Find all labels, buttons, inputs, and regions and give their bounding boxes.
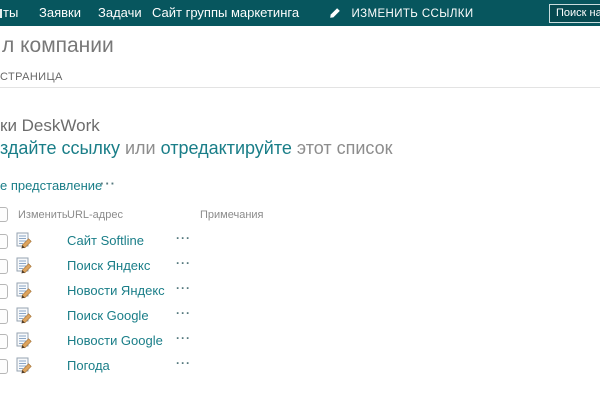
list-description: здайте ссылку или отредактируйте этот сп… xyxy=(0,138,393,159)
nav-item-marketing-site[interactable]: Сайт группы маркетинга xyxy=(152,0,299,26)
ribbon-divider xyxy=(0,87,600,88)
table-row: Поиск Яндекс ··· xyxy=(0,254,600,279)
tab-page[interactable]: СТРАНИЦА xyxy=(0,71,63,83)
edit-item-icon[interactable] xyxy=(16,307,33,324)
nav-item-zadachi[interactable]: Задачи xyxy=(98,0,142,26)
table-row: Новости Google ··· xyxy=(0,329,600,354)
list-title: ки DeskWork xyxy=(0,116,100,136)
column-header-notes[interactable]: Примечания xyxy=(200,209,264,221)
table-row: Новости Яндекс ··· xyxy=(0,279,600,304)
table-row: Поиск Google ··· xyxy=(0,304,600,329)
link-item[interactable]: Погода xyxy=(67,358,110,373)
edit-item-icon[interactable] xyxy=(16,332,33,349)
clipped-letter xyxy=(0,9,2,18)
item-ellipsis[interactable]: ··· xyxy=(176,306,191,320)
edit-item-icon[interactable] xyxy=(16,257,33,274)
view-selector: е представление ··· xyxy=(0,178,102,193)
item-ellipsis[interactable]: ··· xyxy=(176,256,191,270)
link-item[interactable]: Поиск Яндекс xyxy=(67,258,150,273)
item-ellipsis[interactable]: ··· xyxy=(176,231,191,245)
row-checkbox[interactable] xyxy=(0,259,8,274)
search-input[interactable]: Поиск на с xyxy=(549,4,600,23)
table-row: Сайт Softline ··· xyxy=(0,229,600,254)
select-all-checkbox[interactable] xyxy=(0,207,8,222)
nav-item-zayavki[interactable]: Заявки xyxy=(39,0,81,26)
pencil-icon xyxy=(329,2,341,28)
edit-list-action[interactable]: отредактируйте xyxy=(161,138,292,158)
edit-item-icon[interactable] xyxy=(16,282,33,299)
item-ellipsis[interactable]: ··· xyxy=(176,356,191,370)
view-more-ellipsis[interactable]: ··· xyxy=(100,176,116,191)
links-table: Изменить URL-адрес Примечания Сайт Softl… xyxy=(0,205,600,379)
link-item[interactable]: Новости Яндекс xyxy=(67,283,165,298)
link-item[interactable]: Новости Google xyxy=(67,333,163,348)
view-name-link[interactable]: е представление xyxy=(0,178,102,193)
row-checkbox[interactable] xyxy=(0,284,8,299)
table-row: Погода ··· xyxy=(0,354,600,379)
create-link-action[interactable]: здайте ссылку xyxy=(0,138,120,158)
edit-item-icon[interactable] xyxy=(16,232,33,249)
this-list-text: этот список xyxy=(292,138,393,158)
link-item[interactable]: Поиск Google xyxy=(67,308,149,323)
sharepoint-links-page: ты Заявки Задачи Сайт группы маркетинга … xyxy=(0,0,600,400)
edit-item-icon[interactable] xyxy=(16,357,33,374)
column-header-edit: Изменить xyxy=(18,209,68,221)
row-checkbox[interactable] xyxy=(0,234,8,249)
column-header-url[interactable]: URL-адрес xyxy=(67,209,123,221)
item-ellipsis[interactable]: ··· xyxy=(176,331,191,345)
table-header-row: Изменить URL-адрес Примечания xyxy=(0,205,600,229)
row-checkbox[interactable] xyxy=(0,334,8,349)
link-item[interactable]: Сайт Softline xyxy=(67,233,144,248)
row-checkbox[interactable] xyxy=(0,309,8,324)
edit-links-button[interactable]: ИЗМЕНИТЬ ССЫЛКИ xyxy=(329,0,474,26)
or-text: или xyxy=(120,138,161,158)
edit-links-label: ИЗМЕНИТЬ ССЫЛКИ xyxy=(351,8,473,20)
top-nav-bar: ты Заявки Задачи Сайт группы маркетинга … xyxy=(0,0,600,26)
nav-item-cutoff[interactable]: ты xyxy=(3,0,18,26)
row-checkbox[interactable] xyxy=(0,359,8,374)
item-ellipsis[interactable]: ··· xyxy=(176,281,191,295)
site-title: л компании xyxy=(2,34,114,58)
